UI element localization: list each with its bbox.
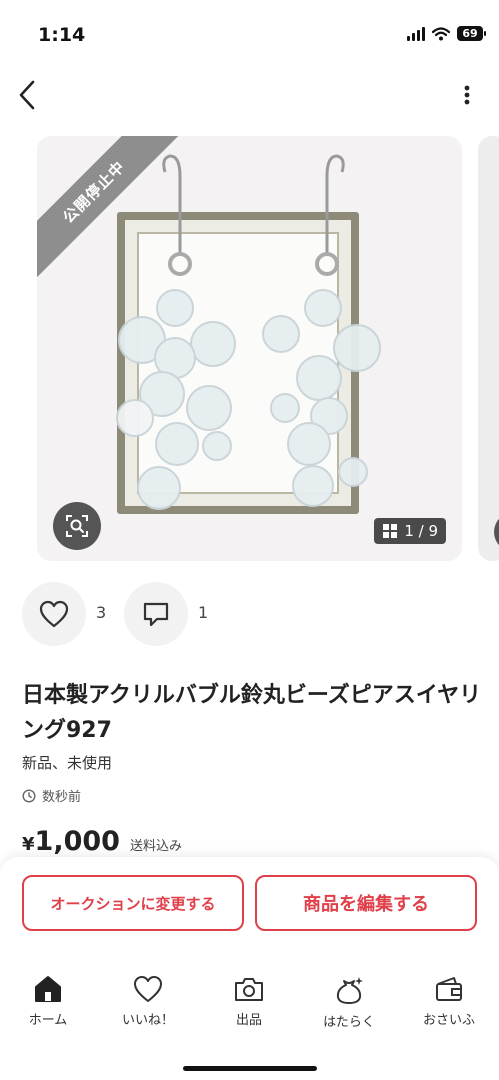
home-icon [35,976,61,1002]
tab-likes-label: いいね！ [121,1013,174,1028]
battery-icon: 69 [457,26,486,41]
price-currency: ¥ [22,834,35,855]
more-options-button[interactable] [457,80,477,110]
comment-button[interactable] [124,582,188,646]
next-image-preview[interactable] [478,136,499,561]
heart-icon [134,976,162,1002]
status-ribbon: 公開停止中 [37,136,187,286]
tab-sell-label: 出品 [235,1013,262,1028]
money-bag-icon [336,977,363,1004]
comment-icon [143,602,169,627]
bottom-tab-bar: ホーム いいね！ 出品 はたらく おさいふ [0,963,499,1080]
like-button[interactable] [22,582,86,646]
item-title: 日本製アクリルバブル鈴丸ビーズピアスイヤリング927 [22,683,482,743]
shipping-note: 送料込み [129,839,182,854]
tab-home[interactable]: ホーム [8,975,88,1028]
camera-icon [235,978,263,1001]
item-condition: 新品、未使用 [22,754,113,772]
tab-work[interactable]: はたらく [309,975,389,1030]
comments-count: 1 [198,603,209,622]
clock-icon [22,788,36,803]
price-value: 1,000 [34,826,120,857]
wifi-icon [432,26,450,40]
cellular-signal-icon [407,26,425,41]
status-icons: 69 [407,26,486,41]
image-search-button[interactable] [53,502,101,550]
image-search-icon [66,515,88,537]
wallet-icon [436,977,462,1001]
posted-time: 数秒前 [22,786,81,805]
status-time: 1:14 [38,24,86,46]
vertical-dots-icon [464,85,470,105]
likes-count: 3 [96,603,107,622]
posted-time-text: 数秒前 [42,790,82,805]
heart-icon [39,600,69,628]
home-indicator [183,1066,317,1071]
tab-wallet[interactable]: おさいふ [409,975,489,1028]
price: ¥1,000 送料込み [22,826,182,857]
image-counter: 1 / 9 [374,518,446,544]
image-counter-text: 1 / 9 [404,522,438,540]
action-sheet: オークションに変更する 商品を編集する [0,857,499,963]
chevron-left-icon [19,80,35,110]
change-to-auction-button[interactable]: オークションに変更する [22,875,244,931]
back-button[interactable] [12,78,42,112]
grid-icon [383,524,398,538]
tab-work-label: はたらく [323,1015,375,1030]
tab-home-label: ホーム [28,1013,68,1028]
tab-wallet-label: おさいふ [422,1013,475,1028]
edit-item-button[interactable]: 商品を編集する [255,875,477,931]
status-bar: 1:14 69 [0,0,499,70]
tab-sell[interactable]: 出品 [209,975,289,1028]
product-image-carousel[interactable]: 公開停止中 1 / 9 [37,136,462,561]
tab-likes[interactable]: いいね！ [108,975,188,1028]
